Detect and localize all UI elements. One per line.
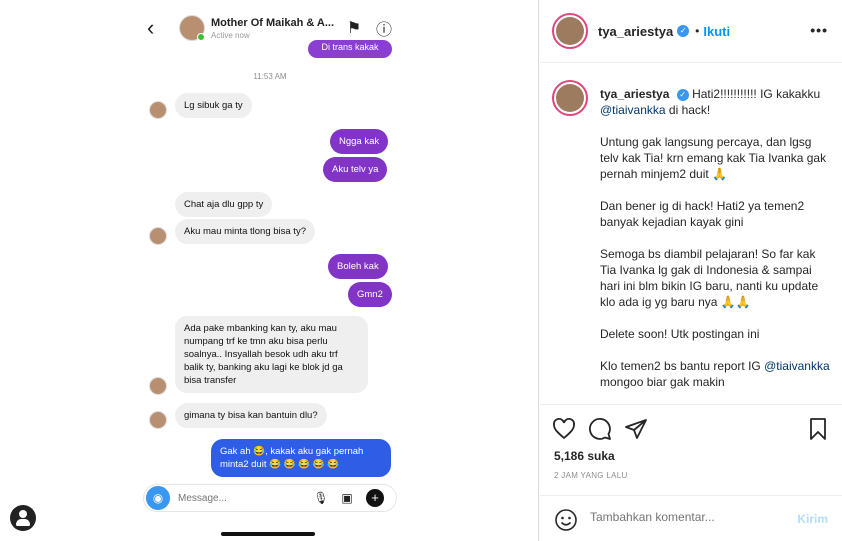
author-username[interactable]: tya_ariestya <box>598 24 673 39</box>
emoji-icon[interactable] <box>554 508 578 532</box>
mention-link[interactable]: @tiaivankka <box>764 359 830 373</box>
verified-badge-icon: ✓ <box>676 88 689 101</box>
caption-line: mongoo biar gak makin <box>600 375 725 389</box>
mention-link[interactable]: @tiaivankka <box>600 103 666 117</box>
microphone-icon[interactable]: 🎙 <box>308 491 334 505</box>
sender-avatar <box>149 227 167 245</box>
like-count[interactable]: 5,186 suka <box>554 449 615 463</box>
caption-line: di hack! <box>668 103 711 117</box>
caption-avatar[interactable] <box>552 80 588 116</box>
cut-off-message: Di trans kakak <box>308 40 392 58</box>
message-bubble: Chat aja dlu gpp ty <box>175 192 273 217</box>
follow-button[interactable]: Ikuti <box>703 24 730 39</box>
message-input[interactable] <box>178 492 308 504</box>
more-options-icon[interactable]: ••• <box>810 22 828 38</box>
active-status-dot <box>197 33 205 41</box>
verified-badge-icon: ✓ <box>677 25 690 37</box>
caption-line: Klo temen2 bs bantu report IG <box>600 359 761 373</box>
plus-icon[interactable]: + <box>366 489 384 507</box>
action-icons-row <box>552 415 832 443</box>
message-composer: ◉ 🎙 ▣ + <box>143 484 397 512</box>
contact-name: Mother Of Maikah & A... <box>211 16 335 29</box>
caption-paragraph: Semoga bs diambil pelajaran! So far kak … <box>600 247 819 309</box>
post-time: 2 JAM YANG LALU <box>554 471 628 480</box>
message-bubble: Aku telv ya <box>323 157 388 182</box>
sender-avatar <box>149 411 167 429</box>
back-arrow-icon[interactable]: ‹ <box>147 15 169 41</box>
post-media[interactable]: ‹ Mother Of Maikah & A... Active now ⚑ ⓘ… <box>0 0 539 541</box>
bookmark-icon[interactable] <box>806 417 830 441</box>
caption-area: tya_ariestya ✓ Hati2!!!!!!!!!!! IG kakak… <box>540 64 842 404</box>
message-bubble: Boleh kak <box>328 254 388 279</box>
message-timestamp: 11:53 AM <box>253 72 287 81</box>
caption-line: Hati2!!!!!!!!!!! IG kakakku <box>692 87 821 101</box>
home-indicator <box>221 532 315 536</box>
heart-icon[interactable] <box>552 417 576 441</box>
gallery-icon[interactable]: ▣ <box>334 491 360 505</box>
contact-avatar <box>179 15 205 41</box>
share-icon[interactable] <box>624 417 648 441</box>
sender-avatar <box>149 377 167 395</box>
contact-status: Active now <box>211 30 250 40</box>
comment-icon[interactable] <box>588 417 612 441</box>
info-icon[interactable]: ⓘ <box>369 16 399 40</box>
post-actions: 5,186 suka 2 JAM YANG LALU Kirim <box>540 404 842 541</box>
separator-dot: • <box>695 24 700 38</box>
message-bubble: Gmn2 <box>348 282 392 307</box>
send-comment-button[interactable]: Kirim <box>797 512 828 526</box>
caption-paragraph: Untung gak langsung percaya, dan lgsg te… <box>600 135 827 181</box>
message-bubble: Aku mau minta tlong bisa ty? <box>175 219 315 244</box>
author-avatar[interactable] <box>552 13 588 49</box>
flag-icon[interactable]: ⚑ <box>339 18 369 38</box>
caption-username[interactable]: tya_ariestya <box>600 87 669 101</box>
message-bubble: Gak ah 😂, kakak aku gak pernah minta2 du… <box>211 439 391 477</box>
caption-paragraph: Dan bener ig di hack! Hati2 ya temen2 ba… <box>600 199 805 229</box>
caption-text: tya_ariestya ✓ Hati2!!!!!!!!!!! IG kakak… <box>600 86 830 404</box>
comment-bar: Kirim <box>540 495 842 541</box>
sender-avatar <box>149 101 167 119</box>
message-bubble: Ada pake mbanking kan ty, aku mau numpan… <box>175 316 368 393</box>
message-bubble: Lg sibuk ga ty <box>175 93 252 118</box>
comment-input[interactable] <box>590 510 770 524</box>
phone-screenshot: ‹ Mother Of Maikah & A... Active now ⚑ ⓘ… <box>137 0 403 541</box>
camera-icon[interactable]: ◉ <box>146 486 170 510</box>
chat-title: Mother Of Maikah & A... Active now <box>211 17 339 40</box>
message-bubble: Ngga kak <box>330 129 389 154</box>
caption-paragraph: Delete soon! Utk postingan ini <box>600 327 760 341</box>
page: ‹ Mother Of Maikah & A... Active now ⚑ ⓘ… <box>0 0 842 541</box>
message-bubble: gimana ty bisa kan bantuin dlu? <box>175 403 327 428</box>
post-panel: tya_ariestya ✓ • Ikuti ••• tya_ariestya … <box>540 0 842 541</box>
post-header: tya_ariestya ✓ • Ikuti ••• <box>540 0 842 63</box>
tagged-user-icon[interactable] <box>10 505 36 531</box>
